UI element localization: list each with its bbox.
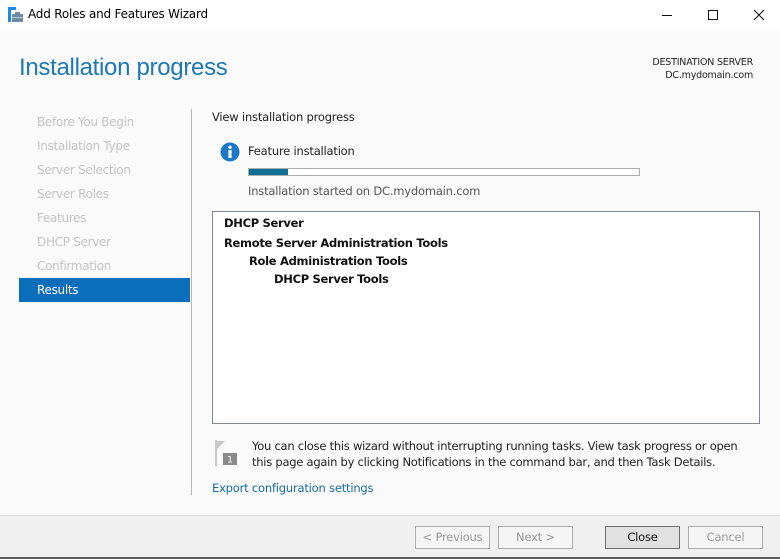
window-title: Add Roles and Features Wizard — [28, 7, 208, 21]
notification-flag-icon: 1 — [215, 440, 237, 466]
close-button[interactable]: Close — [605, 526, 680, 549]
previous-button[interactable]: < Previous — [415, 526, 490, 549]
nav-item-server-selection: Server Selection — [37, 163, 131, 177]
nav-item-dhcp-server: DHCP Server — [37, 235, 111, 249]
results-list: DHCP Server Remote Server Administration… — [212, 211, 760, 424]
result-item: DHCP Server Tools — [274, 272, 389, 286]
result-item: Remote Server Administration Tools — [224, 236, 448, 250]
nav-divider — [191, 109, 192, 495]
export-configuration-link[interactable]: Export configuration settings — [212, 481, 374, 495]
page-title: Installation progress — [19, 54, 228, 81]
installation-progress-bar — [248, 168, 640, 176]
nav-item-before-you-begin: Before You Begin — [37, 115, 134, 129]
destination-server-info: DESTINATION SERVER DC.mydomain.com — [652, 56, 753, 82]
result-item: DHCP Server — [224, 216, 304, 230]
progress-bar-fill — [249, 169, 288, 175]
close-icon — [753, 9, 765, 21]
title-bar: Add Roles and Features Wizard — [0, 0, 780, 30]
info-icon — [220, 142, 240, 162]
wizard-steps-nav: Before You Begin Installation Type Serve… — [19, 110, 190, 302]
cancel-button[interactable]: Cancel — [688, 526, 763, 549]
maximize-icon — [708, 10, 718, 20]
minimize-icon — [662, 15, 672, 16]
section-label: View installation progress — [212, 110, 355, 124]
notification-badge: 1 — [227, 456, 233, 466]
close-window-button[interactable] — [736, 0, 780, 30]
nav-item-results[interactable]: Results — [19, 278, 190, 302]
nav-item-server-roles: Server Roles — [37, 187, 109, 201]
result-item: Role Administration Tools — [249, 254, 408, 268]
feature-installation-label: Feature installation — [248, 144, 355, 158]
next-button[interactable]: Next > — [498, 526, 573, 549]
server-manager-icon — [8, 7, 23, 22]
wizard-window: Add Roles and Features Wizard Installati… — [0, 0, 780, 559]
destination-server-label: DESTINATION SERVER — [652, 57, 753, 68]
notice-text: You can close this wizard without interr… — [252, 439, 738, 469]
nav-item-confirmation: Confirmation — [37, 259, 112, 273]
destination-server-name: DC.mydomain.com — [665, 70, 753, 81]
nav-item-features: Features — [37, 211, 87, 225]
minimize-button[interactable] — [644, 0, 690, 30]
maximize-button[interactable] — [690, 0, 736, 30]
nav-item-installation-type: Installation Type — [37, 139, 130, 153]
installation-status-text: Installation started on DC.mydomain.com — [248, 184, 481, 198]
